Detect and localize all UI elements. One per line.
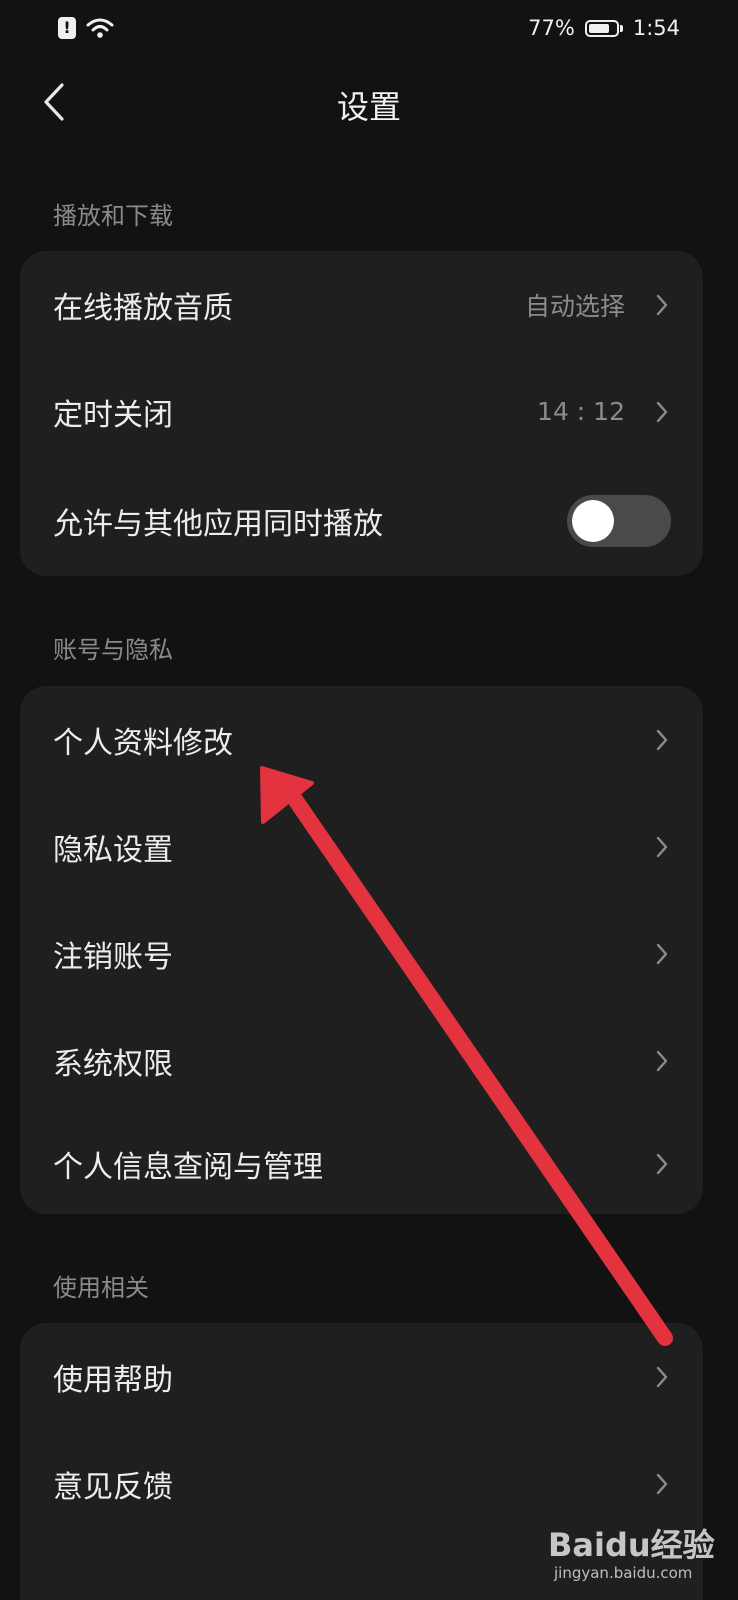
status-bar: ! 77% 1:54: [0, 0, 738, 56]
row-label: 使用帮助: [53, 1362, 173, 1398]
chevron-right-icon: [655, 400, 669, 424]
wifi-icon: [86, 18, 114, 38]
privacy-settings-row[interactable]: 隐私设置: [20, 793, 703, 900]
row-value: 自动选择: [524, 291, 625, 321]
row-label: 定时关闭: [53, 397, 173, 433]
baidu-watermark: Baidu经验 jingyan.baidu.com: [548, 1520, 715, 1590]
chevron-right-icon: [655, 835, 669, 859]
row-label: 系统权限: [53, 1046, 173, 1082]
watermark-url: jingyan.baidu.com: [554, 1564, 693, 1582]
clock: 1:54: [632, 16, 680, 40]
watermark-logo: Baidu经验: [548, 1526, 715, 1564]
row-label: 个人资料修改: [53, 725, 233, 761]
row-label: 注销账号: [53, 939, 173, 975]
system-permissions-row[interactable]: 系统权限: [20, 1007, 703, 1114]
section-label-usage: 使用相关: [53, 1274, 149, 1302]
account-card: 个人资料修改 隐私设置 注销账号 系统权限 个人信息查阅与管理: [20, 686, 703, 1214]
chevron-right-icon: [655, 1049, 669, 1073]
chevron-right-icon: [655, 942, 669, 966]
row-label: 个人信息查阅与管理: [53, 1150, 323, 1185]
chevron-right-icon: [655, 1365, 669, 1389]
page-title: 设置: [336, 88, 401, 126]
chevron-right-icon: [655, 293, 669, 317]
toggle-knob: [572, 499, 614, 542]
row-label: 允许与其他应用同时播放: [53, 506, 383, 542]
battery-icon: [584, 19, 623, 37]
sleep-timer-row[interactable]: 定时关闭 14 : 12: [20, 358, 703, 465]
personal-info-row[interactable]: 个人信息查阅与管理: [20, 1114, 703, 1214]
row-label: 意见反馈: [53, 1469, 173, 1505]
chevron-right-icon: [655, 1152, 669, 1176]
row-label: 在线播放音质: [53, 290, 233, 326]
playback-card: 在线播放音质 自动选择 定时关闭 14 : 12 允许与其他应用同时播放: [20, 251, 703, 576]
profile-edit-row[interactable]: 个人资料修改: [20, 686, 703, 793]
header: 设置: [0, 62, 738, 142]
chevron-right-icon: [655, 728, 669, 752]
mix-playback-toggle[interactable]: [567, 494, 671, 547]
alert-icon: !: [58, 17, 76, 39]
chevron-right-icon: [655, 1472, 669, 1496]
mix-playback-row: 允许与其他应用同时播放: [20, 465, 703, 576]
delete-account-row[interactable]: 注销账号: [20, 900, 703, 1007]
battery-percent: 77%: [528, 16, 575, 40]
status-right: 77% 1:54: [528, 16, 680, 40]
row-value: 14 : 12: [537, 397, 625, 426]
status-left: !: [58, 17, 114, 39]
section-label-playback: 播放和下载: [53, 202, 173, 230]
section-label-account: 账号与隐私: [53, 636, 173, 664]
online-quality-row[interactable]: 在线播放音质 自动选择: [20, 251, 703, 358]
help-row[interactable]: 使用帮助: [20, 1323, 703, 1430]
row-label: 隐私设置: [53, 832, 173, 868]
